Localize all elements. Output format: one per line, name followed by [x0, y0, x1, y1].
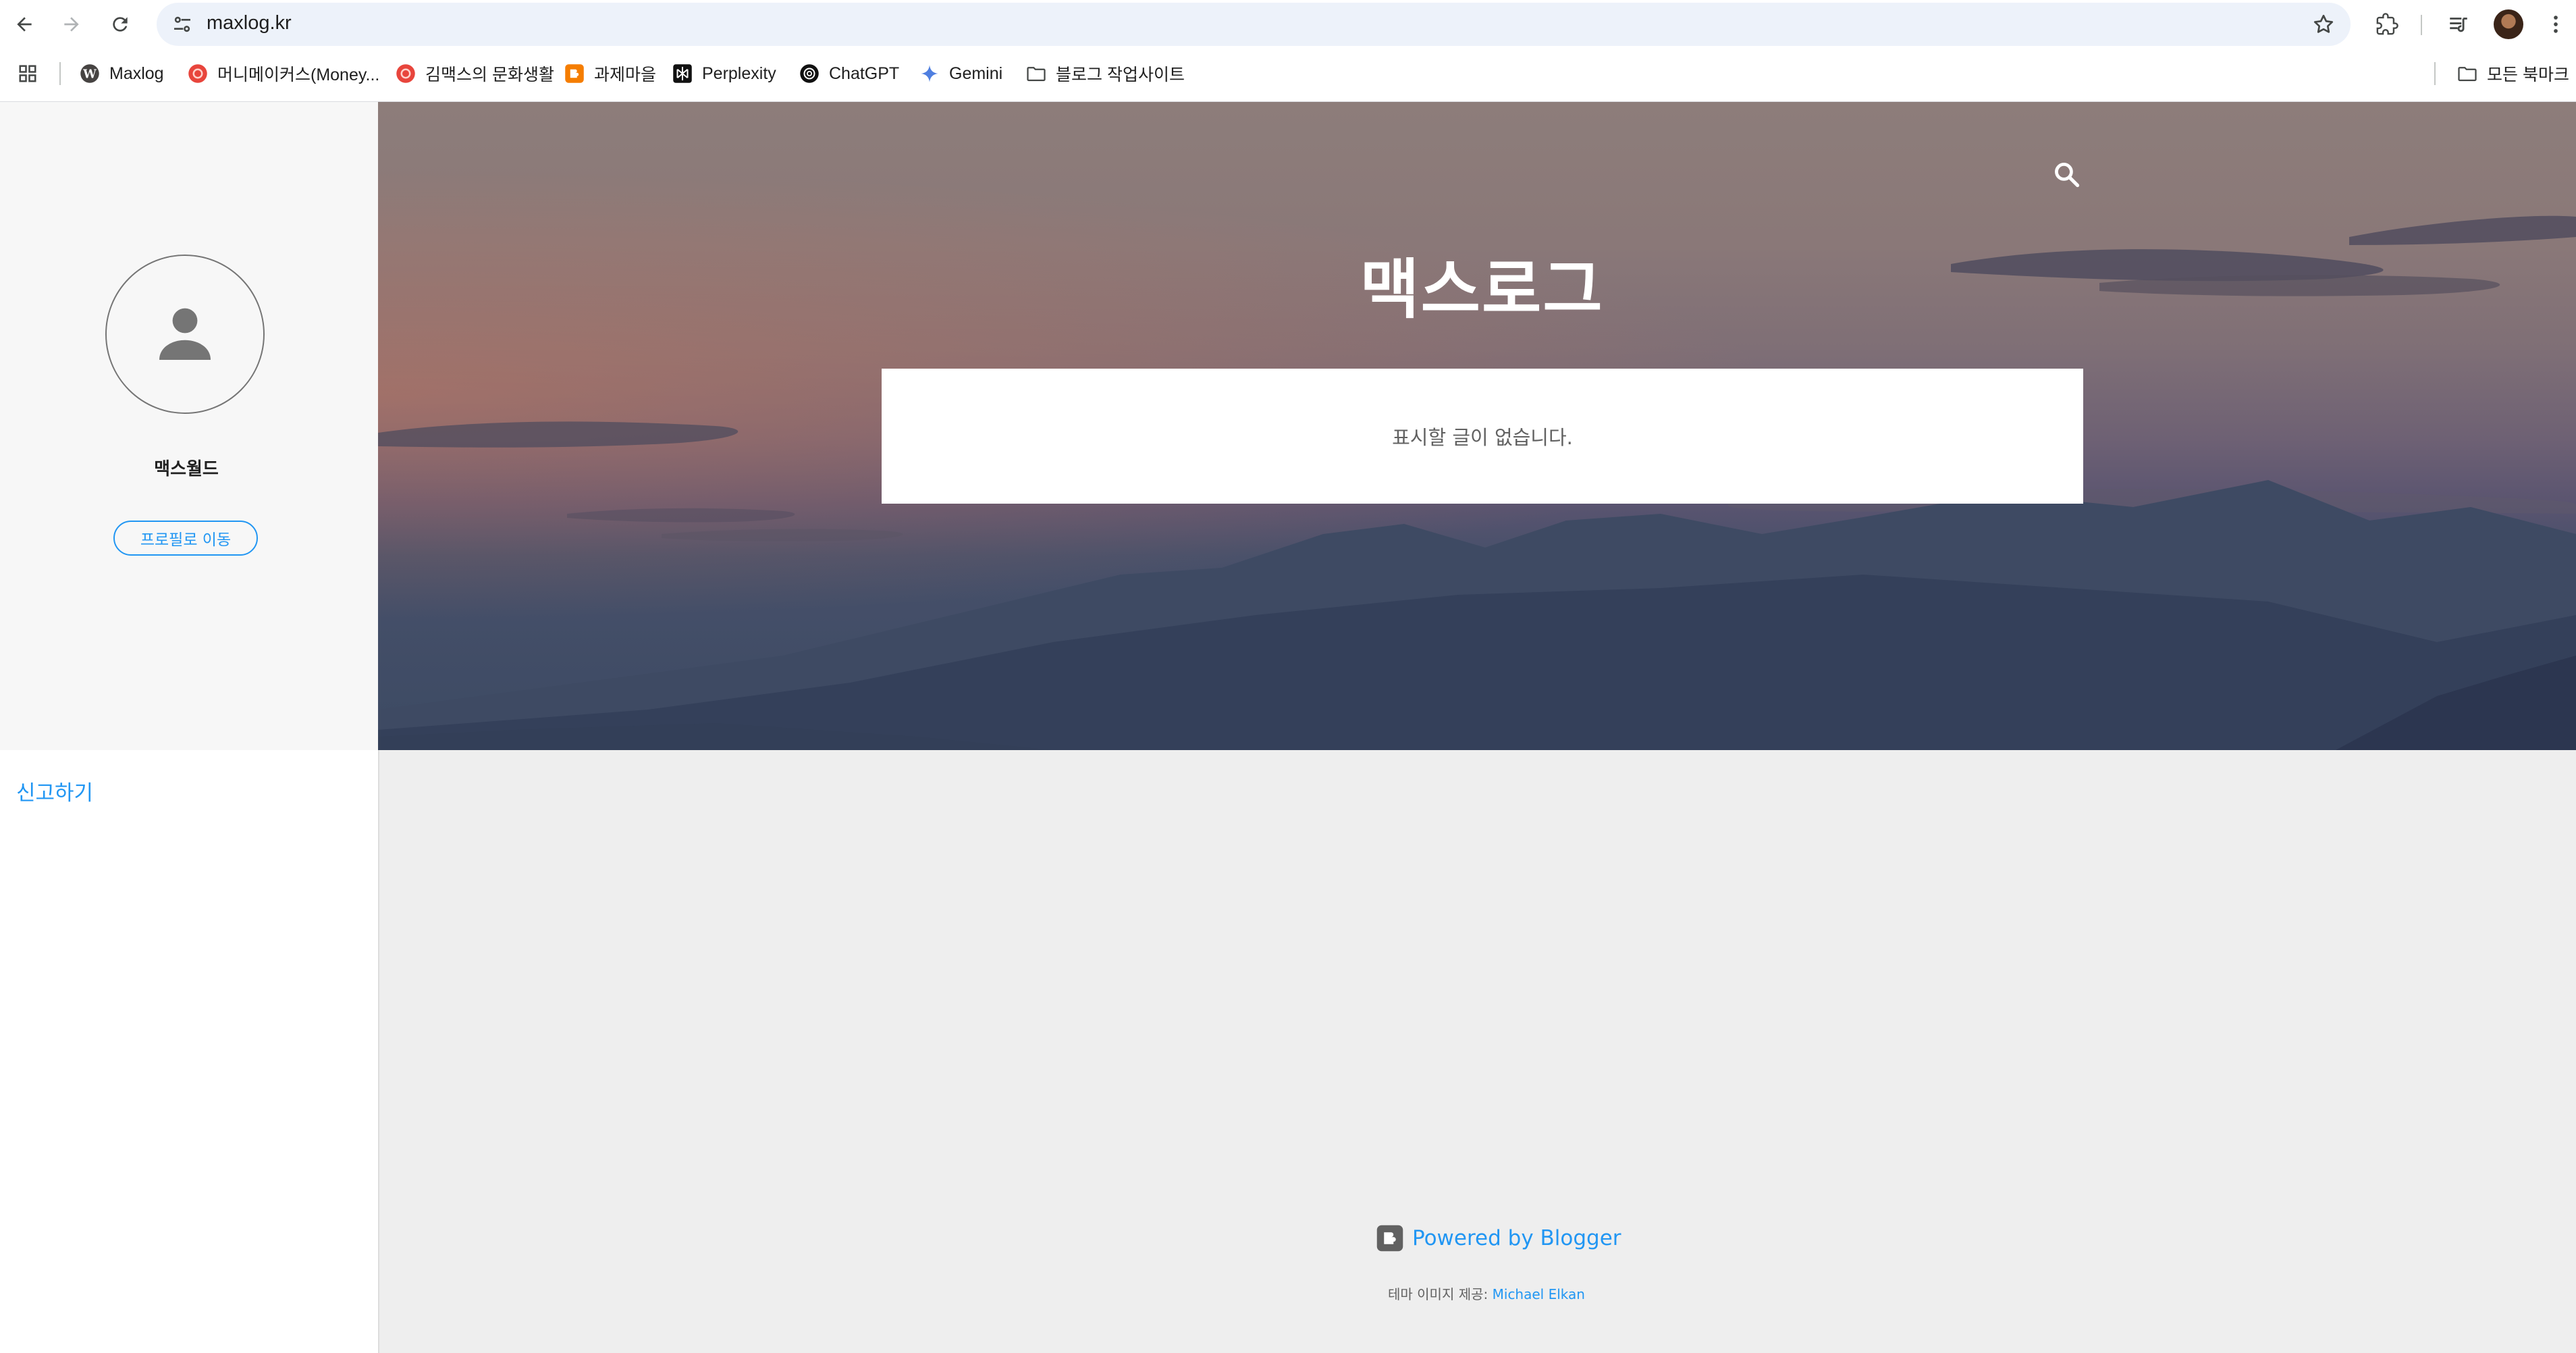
empty-posts-message: 표시할 글이 없습니다. — [1392, 426, 1573, 449]
sidebar: 맥스월드 프로필로 이동 신고하기 — [0, 102, 379, 1353]
gemini-icon — [919, 63, 940, 84]
wordpress-icon: W — [80, 63, 100, 84]
bookmark-item[interactable]: 머니메이커스(Money... — [188, 61, 379, 86]
playlist-icon — [2450, 18, 2467, 32]
blogger-icon — [564, 63, 585, 84]
bookmark-label: Maxlog — [109, 63, 164, 83]
perplexity-icon — [672, 63, 693, 84]
grid-icon — [18, 63, 38, 84]
site-info-icon[interactable] — [171, 14, 193, 35]
bookmark-item[interactable]: 과제마을 — [564, 61, 656, 86]
bookmarks-bar: W Maxlog 머니메이커스(Money... 김맥스의 문화생활 과제마을 — [0, 51, 2576, 96]
bookmark-label: Gemini — [949, 63, 1003, 83]
all-bookmarks-folder[interactable]: 모든 북마크 — [2457, 61, 2569, 86]
bookmark-item[interactable]: Gemini — [919, 61, 1002, 86]
profile-avatar-placeholder[interactable] — [105, 255, 265, 414]
svg-text:W: W — [82, 68, 97, 81]
bookmark-item[interactable]: W Maxlog — [80, 61, 164, 86]
puzzle-icon — [2376, 13, 2398, 35]
folder-icon — [1026, 63, 1046, 84]
browser-toolbar: maxlog.kr — [0, 0, 2576, 49]
bookmark-label: 머니메이커스(Money... — [217, 65, 380, 84]
powered-by-blogger-link[interactable]: Powered by Blogger — [1376, 1224, 1621, 1252]
theme-credit: 테마 이미지 제공: Michael Elkan — [1388, 1283, 1585, 1303]
reading-list-button[interactable] — [2444, 9, 2473, 39]
browser-menu-button[interactable] — [2541, 9, 2571, 39]
search-button[interactable] — [2049, 157, 2085, 192]
bookmark-star-icon[interactable] — [2311, 12, 2336, 36]
empty-posts-card: 표시할 글이 없습니다. — [882, 369, 2083, 504]
apps-button[interactable] — [18, 61, 47, 86]
theme-credit-prefix: 테마 이미지 제공: — [1388, 1286, 1493, 1302]
bookmarks-divider — [59, 62, 61, 85]
profile-section: 맥스월드 프로필로 이동 — [0, 102, 378, 750]
bookmark-label: 과제마을 — [594, 65, 657, 84]
person-icon — [159, 308, 211, 360]
theme-credit-author-link[interactable]: Michael Elkan — [1493, 1286, 1585, 1302]
money-icon — [188, 63, 208, 84]
browser-chrome: maxlog.kr W Maxlog 머니메이커스(Money... 김맥스의 … — [0, 0, 2576, 102]
bookmark-item[interactable]: Perplexity — [672, 61, 776, 86]
bookmark-label: ChatGPT — [829, 63, 900, 83]
chatgpt-icon — [799, 63, 820, 84]
back-button[interactable] — [8, 8, 41, 41]
bookmark-label: 김맥스의 문화생활 — [425, 65, 554, 84]
blog-title[interactable]: 맥스로그 — [378, 237, 2576, 331]
powered-by-label: Powered by Blogger — [1412, 1226, 1621, 1250]
header-banner: 맥스로그 표시할 글이 없습니다. — [378, 102, 2576, 750]
reload-button[interactable] — [104, 8, 136, 41]
money-icon — [396, 63, 416, 84]
profile-name: 맥스월드 — [154, 459, 219, 479]
url-text[interactable]: maxlog.kr — [207, 12, 292, 34]
bookmark-folder[interactable]: 블로그 작업사이트 — [1026, 61, 1185, 86]
forward-button[interactable] — [55, 8, 88, 41]
arrow-right-icon — [64, 17, 79, 32]
bookmarks-divider — [2434, 62, 2436, 85]
arrow-left-icon — [17, 17, 32, 32]
reload-icon — [113, 17, 128, 32]
view-profile-button[interactable]: 프로필로 이동 — [113, 521, 258, 556]
address-bar[interactable]: maxlog.kr — [157, 3, 2351, 46]
profile-avatar[interactable] — [2494, 9, 2523, 39]
more-vertical-icon — [2554, 16, 2558, 33]
bookmark-item[interactable]: ChatGPT — [799, 61, 899, 86]
folder-icon — [2457, 63, 2477, 84]
bookmark-label: 모든 북마크 — [2487, 65, 2569, 84]
report-abuse-link[interactable]: 신고하기 — [16, 776, 93, 806]
toolbar-divider — [2421, 15, 2422, 35]
bookmark-label: 블로그 작업사이트 — [1056, 65, 1185, 84]
blogger-icon — [1376, 1225, 1403, 1252]
extensions-button[interactable] — [2372, 9, 2402, 39]
bookmark-item[interactable]: 김맥스의 문화생활 — [396, 61, 554, 86]
search-icon — [2055, 163, 2080, 188]
bookmark-label: Perplexity — [702, 63, 776, 83]
